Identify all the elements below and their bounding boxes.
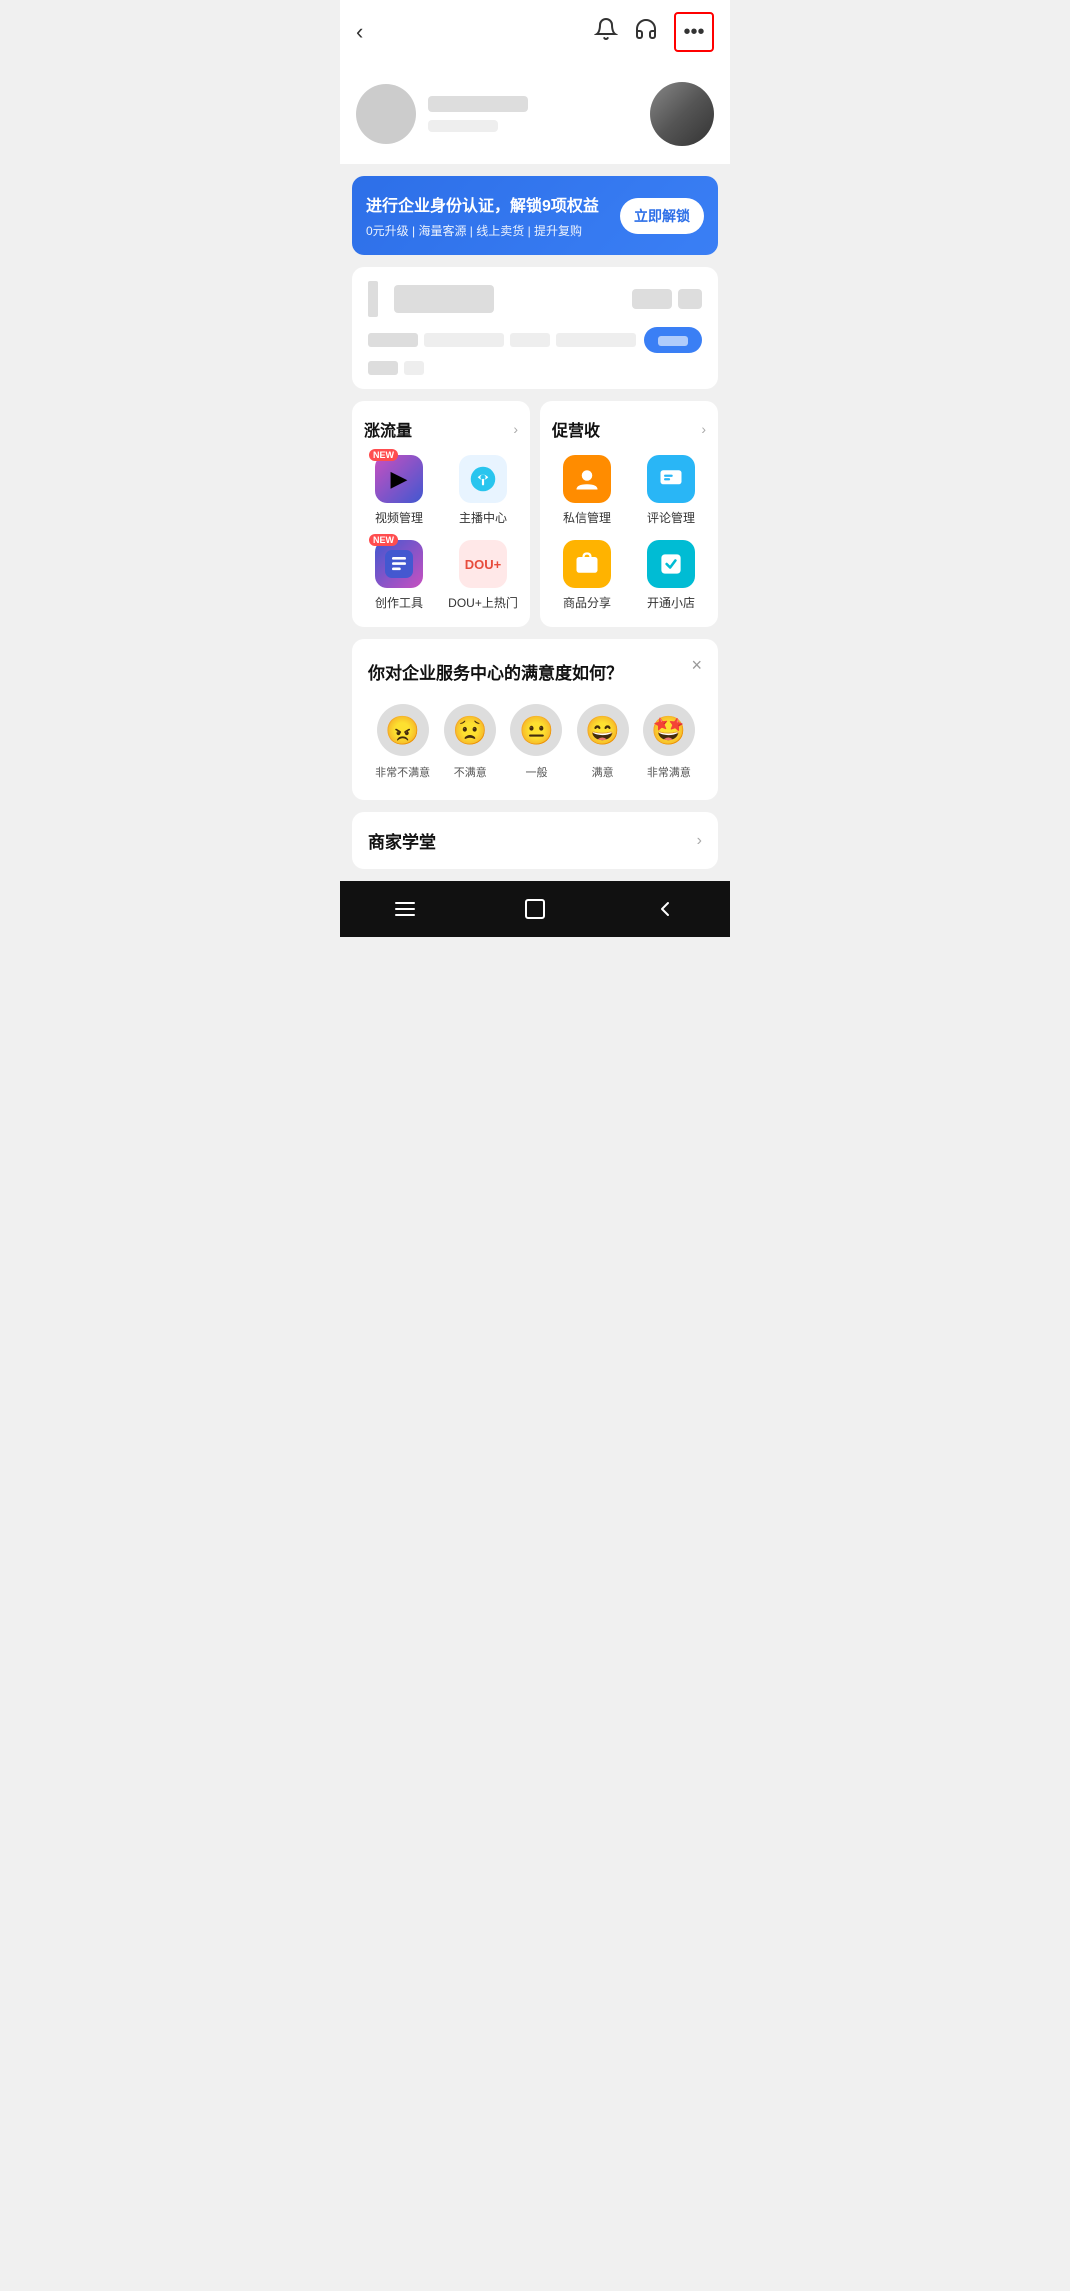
anchor-center-icon <box>459 455 507 503</box>
sales-more-icon[interactable]: › <box>701 421 706 437</box>
sales-card-header: 促营收 › <box>552 417 706 441</box>
happy-emoji: 😄 <box>577 704 629 756</box>
profile-avatar-small <box>356 84 416 144</box>
open-shop-item[interactable]: 开通小店 <box>636 540 706 611</box>
more-menu-button[interactable]: ••• <box>674 12 714 52</box>
traffic-title: 涨流量 <box>364 417 412 441</box>
profile-avatar-large <box>650 82 714 146</box>
video-management-item[interactable]: ▶ NEW 视频管理 <box>364 455 434 526</box>
banner-text: 进行企业身份认证，解锁9项权益 0元升级 | 海量客源 | 线上卖货 | 提升复… <box>366 192 620 239</box>
notification-icon[interactable] <box>594 17 618 47</box>
stats-logo <box>394 285 494 313</box>
satisfaction-unhappy[interactable]: 😟 不满意 <box>444 704 496 780</box>
nav-back-icon[interactable] <box>645 889 685 929</box>
unlock-button[interactable]: 立即解锁 <box>620 198 704 234</box>
product-share-item[interactable]: 商品分享 <box>552 540 622 611</box>
headset-icon[interactable] <box>634 17 658 47</box>
unhappy-emoji: 😟 <box>444 704 496 756</box>
creation-tools-icon: NEW <box>375 540 423 588</box>
bottom-nav <box>340 881 730 937</box>
stats-tags <box>632 289 702 309</box>
very-happy-emoji: 🤩 <box>643 704 695 756</box>
nav-menu-icon[interactable] <box>385 889 425 929</box>
very-unhappy-label: 非常不满意 <box>375 764 430 780</box>
header: ‹ ••• <box>340 0 730 64</box>
video-management-label: 视频管理 <box>375 509 423 526</box>
profile-section <box>340 64 730 164</box>
satisfaction-question: 你对企业服务中心的满意度如何？ <box>368 659 702 684</box>
comment-management-icon <box>647 455 695 503</box>
comment-management-item[interactable]: 评论管理 <box>636 455 706 526</box>
profile-name-placeholder <box>428 96 528 112</box>
dm-management-label: 私信管理 <box>563 509 611 526</box>
banner-subtitle: 0元升级 | 海量客源 | 线上卖货 | 提升复购 <box>366 222 620 239</box>
satisfaction-options: 😠 非常不满意 😟 不满意 😐 一般 😄 满意 🤩 非常满意 <box>368 704 702 780</box>
new-badge-create: NEW <box>369 534 398 546</box>
traffic-icon-grid: ▶ NEW 视频管理 主播中心 <box>364 455 518 611</box>
unhappy-label: 不满意 <box>454 764 487 780</box>
open-shop-label: 开通小店 <box>647 594 695 611</box>
neutral-emoji: 😐 <box>510 704 562 756</box>
stats-top-row <box>368 281 702 317</box>
dou-plus-item[interactable]: DOU+ DOU+上热门 <box>448 540 518 611</box>
video-management-icon: ▶ NEW <box>375 455 423 503</box>
satisfaction-very-unhappy[interactable]: 😠 非常不满意 <box>375 704 430 780</box>
feature-grid: 涨流量 › ▶ NEW 视频管理 <box>352 401 718 627</box>
verification-banner: 进行企业身份认证，解锁9项权益 0元升级 | 海量客源 | 线上卖货 | 提升复… <box>352 176 718 255</box>
stats-action-button[interactable] <box>644 327 702 353</box>
sales-icon-grid: 私信管理 评论管理 <box>552 455 706 611</box>
anchor-center-label: 主播中心 <box>459 509 507 526</box>
anchor-center-item[interactable]: 主播中心 <box>448 455 518 526</box>
satisfaction-very-happy[interactable]: 🤩 非常满意 <box>643 704 695 780</box>
creation-tools-label: 创作工具 <box>375 594 423 611</box>
satisfaction-neutral[interactable]: 😐 一般 <box>510 704 562 780</box>
stats-main-row <box>368 327 702 353</box>
open-shop-icon <box>647 540 695 588</box>
banner-title: 进行企业身份认证，解锁9项权益 <box>366 192 620 216</box>
satisfaction-happy[interactable]: 😄 满意 <box>577 704 629 780</box>
stats-icon <box>368 281 378 317</box>
new-badge: NEW <box>369 449 398 461</box>
back-button[interactable]: ‹ <box>356 19 363 45</box>
profile-sub-placeholder <box>428 120 498 132</box>
very-unhappy-emoji: 😠 <box>377 704 429 756</box>
product-share-label: 商品分享 <box>563 594 611 611</box>
creation-tools-item[interactable]: NEW 创作工具 <box>364 540 434 611</box>
dm-management-icon <box>563 455 611 503</box>
traffic-card-header: 涨流量 › <box>364 417 518 441</box>
very-happy-label: 非常满意 <box>647 764 691 780</box>
dou-plus-icon: DOU+ <box>459 540 507 588</box>
happy-label: 满意 <box>592 764 614 780</box>
sales-card: 促营收 › 私信管理 <box>540 401 718 627</box>
satisfaction-card: 你对企业服务中心的满意度如何？ × 😠 非常不满意 😟 不满意 😐 一般 😄 满… <box>352 639 718 800</box>
nav-home-icon[interactable] <box>515 889 555 929</box>
merchant-academy-section[interactable]: 商家学堂 › <box>352 812 718 869</box>
merchant-academy-title: 商家学堂 <box>368 828 436 853</box>
stats-sub-row <box>368 361 702 375</box>
dou-plus-label: DOU+上热门 <box>448 594 518 611</box>
merchant-academy-arrow: › <box>697 832 702 850</box>
sales-title: 促营收 <box>552 417 600 441</box>
product-share-icon <box>563 540 611 588</box>
neutral-label: 一般 <box>525 764 547 780</box>
traffic-card: 涨流量 › ▶ NEW 视频管理 <box>352 401 530 627</box>
stats-info <box>368 333 636 347</box>
traffic-more-icon[interactable]: › <box>513 421 518 437</box>
stats-card <box>352 267 718 389</box>
close-satisfaction-button[interactable]: × <box>691 655 702 676</box>
dm-management-item[interactable]: 私信管理 <box>552 455 622 526</box>
comment-management-label: 评论管理 <box>647 509 695 526</box>
